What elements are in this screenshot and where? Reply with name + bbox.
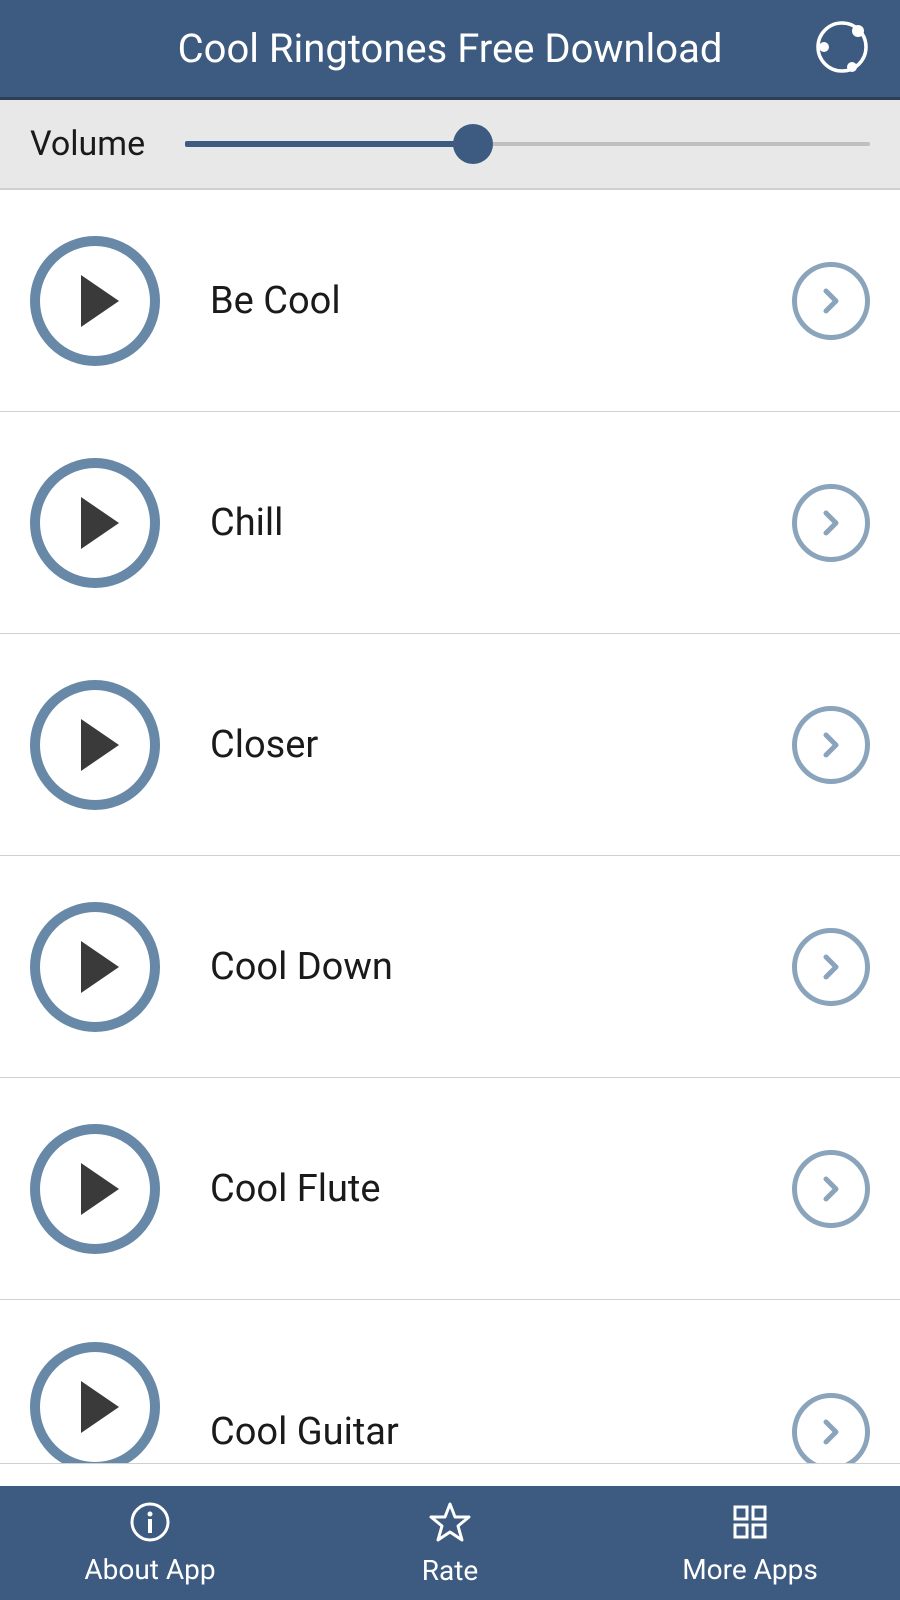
ringtone-list: Be Cool Chill Closer bbox=[0, 190, 900, 1486]
grid-icon bbox=[729, 1501, 771, 1547]
bottom-navigation: About App Rate More Apps bbox=[0, 1486, 900, 1600]
ringtone-title: Cool Flute bbox=[210, 1167, 792, 1211]
chevron-right-button[interactable] bbox=[792, 1393, 870, 1465]
nav-rate[interactable]: Rate bbox=[300, 1486, 600, 1600]
chevron-right-icon bbox=[816, 508, 846, 538]
volume-slider[interactable] bbox=[185, 124, 870, 164]
list-item: Cool Flute bbox=[0, 1078, 900, 1300]
play-icon bbox=[81, 497, 119, 549]
list-item: Cool Down bbox=[0, 856, 900, 1078]
info-icon bbox=[129, 1501, 171, 1547]
chevron-right-button[interactable] bbox=[792, 262, 870, 340]
play-button[interactable] bbox=[30, 1124, 160, 1254]
chevron-right-icon bbox=[816, 1417, 846, 1447]
play-icon bbox=[81, 275, 119, 327]
play-button[interactable] bbox=[30, 458, 160, 588]
chevron-right-icon bbox=[816, 1174, 846, 1204]
list-item: Chill bbox=[0, 412, 900, 634]
play-button[interactable] bbox=[30, 236, 160, 366]
play-icon bbox=[81, 719, 119, 771]
ringtone-title: Closer bbox=[210, 723, 792, 767]
chevron-right-button[interactable] bbox=[792, 706, 870, 784]
ringtone-title: Cool Down bbox=[210, 945, 792, 989]
app-title: Cool Ringtones Free Download bbox=[178, 25, 723, 72]
volume-control: Volume bbox=[0, 100, 900, 190]
list-item: Be Cool bbox=[0, 190, 900, 412]
nav-more-apps[interactable]: More Apps bbox=[600, 1486, 900, 1600]
play-icon bbox=[81, 941, 119, 993]
chevron-right-button[interactable] bbox=[792, 484, 870, 562]
nav-about-app[interactable]: About App bbox=[0, 1486, 300, 1600]
volume-label: Volume bbox=[30, 124, 145, 164]
share-icon[interactable] bbox=[814, 19, 870, 79]
nav-label: More Apps bbox=[682, 1553, 818, 1586]
chevron-right-button[interactable] bbox=[792, 928, 870, 1006]
nav-label: About App bbox=[84, 1553, 215, 1586]
chevron-right-icon bbox=[816, 952, 846, 982]
chevron-right-icon bbox=[816, 286, 846, 316]
ringtone-title: Be Cool bbox=[210, 279, 792, 323]
chevron-right-icon bbox=[816, 730, 846, 760]
app-header: Cool Ringtones Free Download bbox=[0, 0, 900, 100]
slider-fill bbox=[185, 141, 473, 147]
play-icon bbox=[81, 1381, 119, 1433]
list-item: Cool Guitar bbox=[0, 1300, 900, 1464]
play-icon bbox=[81, 1163, 119, 1215]
list-item: Closer bbox=[0, 634, 900, 856]
play-button[interactable] bbox=[30, 1342, 160, 1465]
ringtone-title: Chill bbox=[210, 501, 792, 545]
play-button[interactable] bbox=[30, 902, 160, 1032]
play-button[interactable] bbox=[30, 680, 160, 810]
star-icon bbox=[428, 1500, 472, 1548]
slider-thumb[interactable] bbox=[453, 124, 493, 164]
ringtone-title: Cool Guitar bbox=[210, 1410, 792, 1454]
chevron-right-button[interactable] bbox=[792, 1150, 870, 1228]
nav-label: Rate bbox=[422, 1554, 479, 1587]
